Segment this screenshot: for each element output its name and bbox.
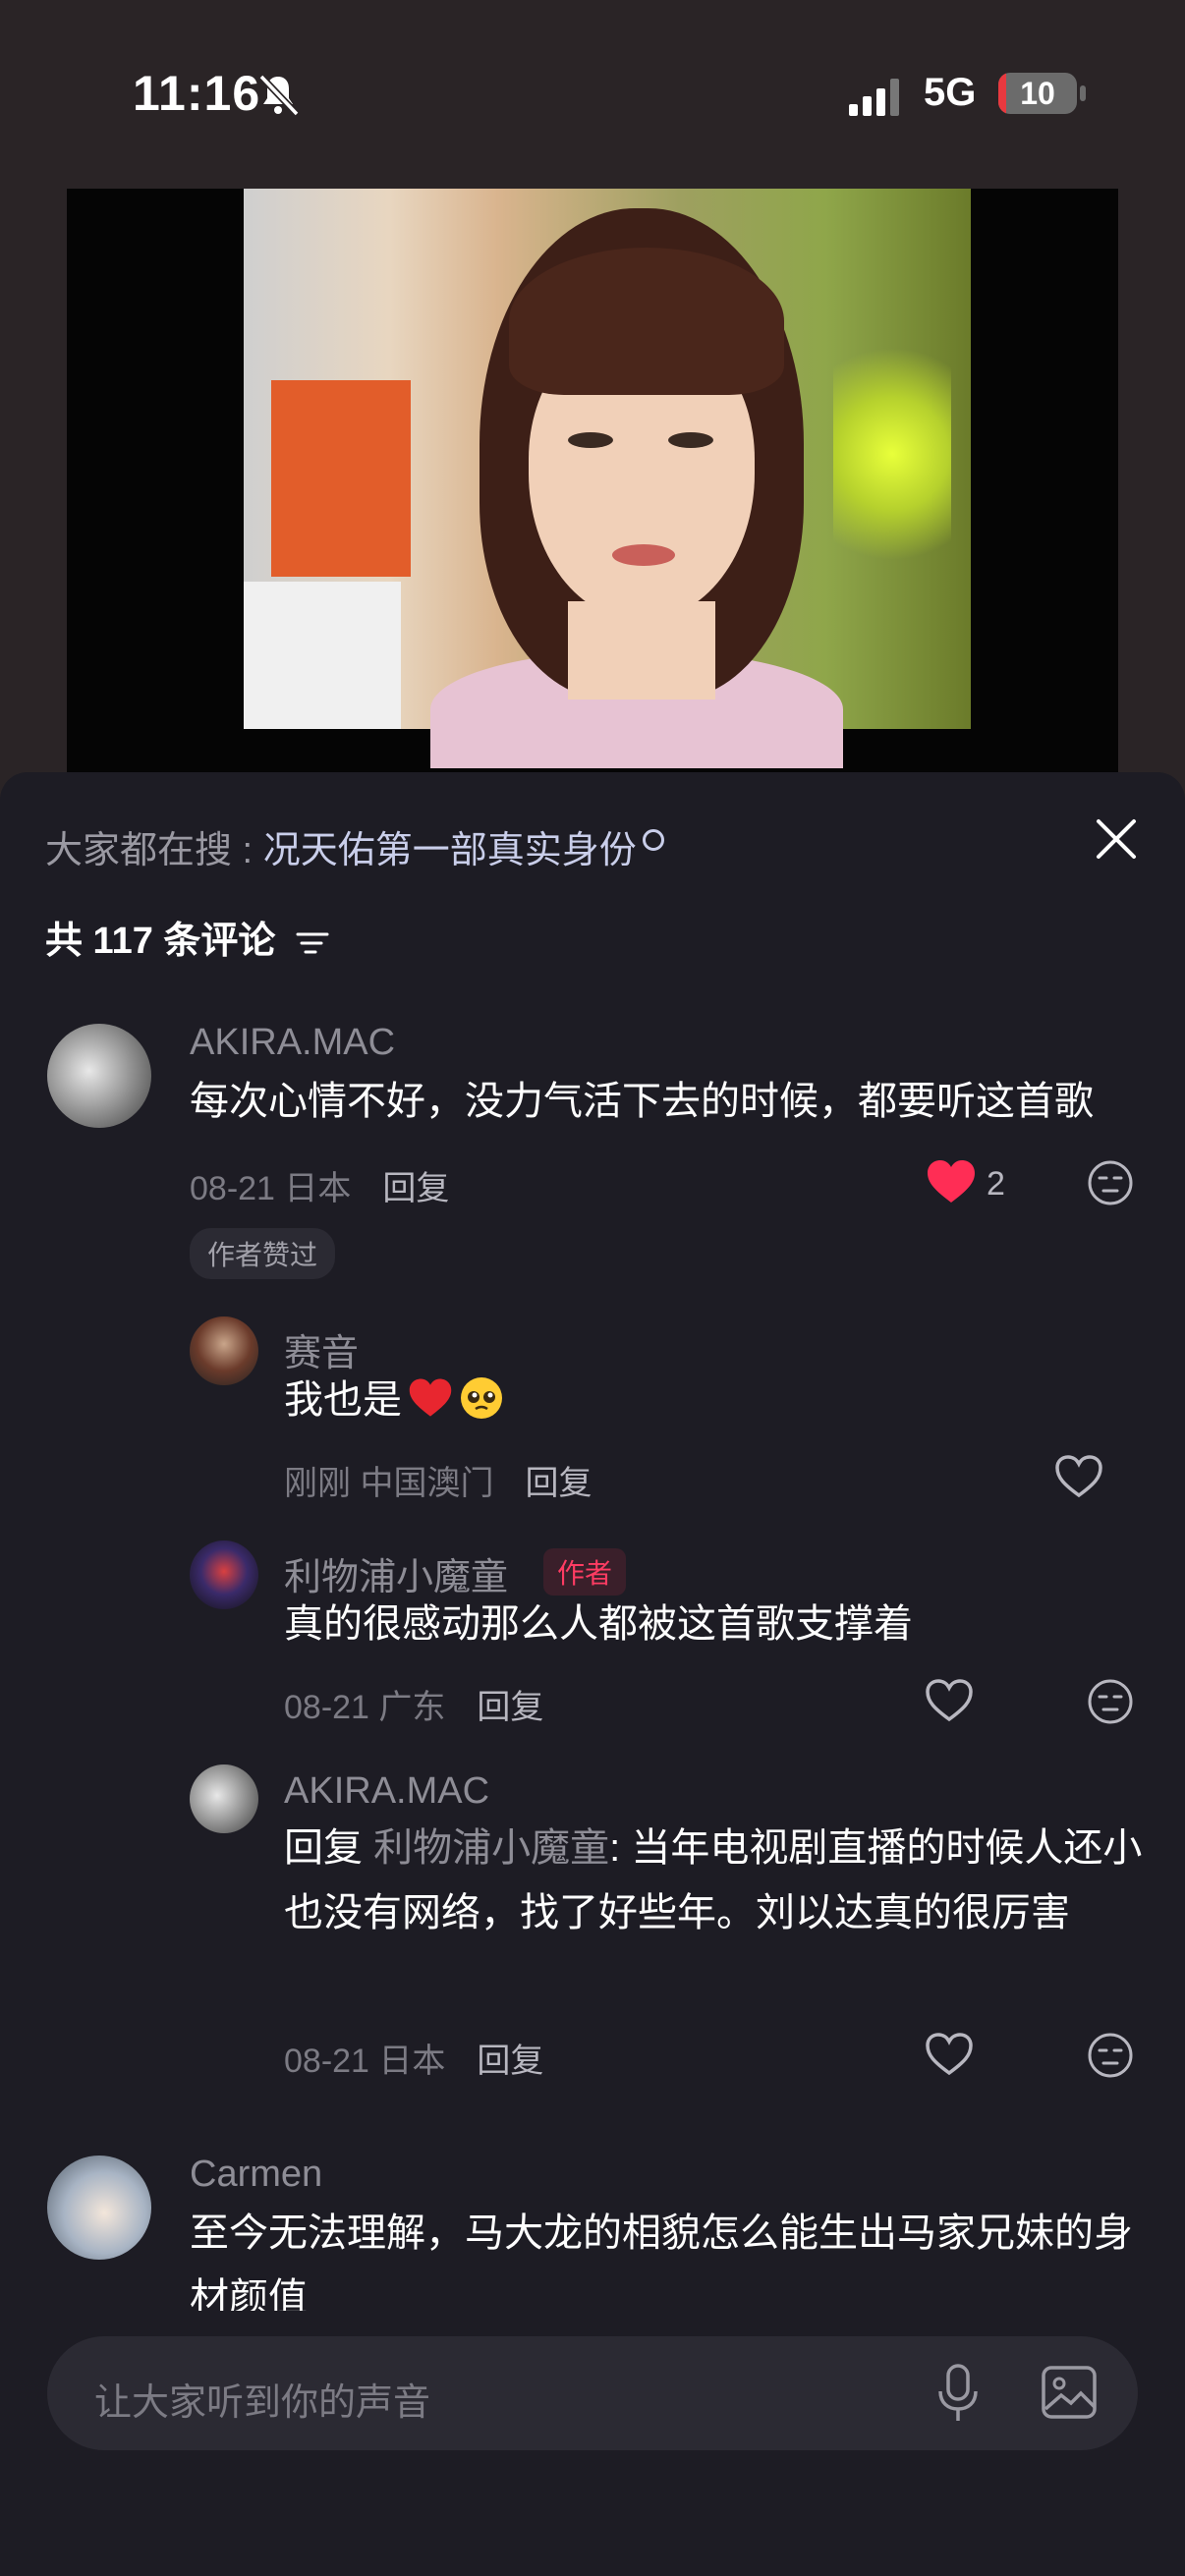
- comment-username[interactable]: Carmen: [190, 2154, 322, 2196]
- comments-sheet: 大家都在搜 : 况天佑第一部真实身份 共 117 条评论 AKIRA.MAC 每…: [0, 772, 1185, 2576]
- comment-date: 08-21 日本: [190, 1170, 352, 1207]
- reply-date: 08-21 日本: [284, 2043, 446, 2080]
- microphone-icon[interactable]: [936, 2364, 980, 2423]
- comment-username[interactable]: AKIRA.MAC: [190, 1022, 395, 1064]
- trending-search[interactable]: 大家都在搜 : 况天佑第一部真实身份: [45, 819, 664, 873]
- trending-prefix: 大家都在搜 :: [45, 830, 263, 871]
- heart-filled-icon[interactable]: [926, 1159, 977, 1204]
- comment-input[interactable]: 让大家听到你的声音: [47, 2336, 1138, 2450]
- comment-count: 共 117 条评论: [45, 910, 329, 964]
- battery-level: 10: [1020, 76, 1055, 111]
- sort-icon[interactable]: [296, 930, 329, 956]
- reply-username[interactable]: AKIRA.MAC: [284, 1770, 489, 1813]
- reply-text: 我也是: [284, 1368, 504, 1432]
- battery-icon: 10: [998, 73, 1077, 114]
- like-count: 2: [987, 1165, 1005, 1203]
- author-liked-badge: 作者赞过: [190, 1228, 336, 1279]
- reply-date: 08-21 广东: [284, 1689, 446, 1726]
- background-poster: [271, 380, 411, 577]
- figure-eye-right: [668, 432, 713, 448]
- comment-input-placeholder: 让大家听到你的声音: [94, 2382, 431, 2424]
- video-frame: [244, 189, 971, 768]
- avatar[interactable]: [190, 1764, 258, 1833]
- status-bar: 11:16 5G 10: [0, 0, 1185, 187]
- avatar[interactable]: [190, 1540, 258, 1609]
- dislike-face-icon[interactable]: [1087, 1159, 1134, 1206]
- image-icon[interactable]: [1040, 2364, 1099, 2421]
- bell-muted-icon: [258, 74, 300, 117]
- comment-text: 每次心情不好，没力气活下去的时候，都要听这首歌: [190, 1080, 1094, 1123]
- reply-text: 回复 利物浦小魔童: 当年电视剧直播的时候人还小也没有网络，找了好些年。刘以达真…: [284, 1816, 1149, 1945]
- reply-prefix: 回复: [284, 1826, 363, 1870]
- comment-count-label: 共 117 条评论: [45, 921, 276, 962]
- network-type: 5G: [924, 71, 977, 114]
- clock: 11:16: [133, 66, 261, 121]
- author-tag: 作者: [543, 1548, 627, 1596]
- red-heart-emoji-icon: [409, 1378, 452, 1417]
- video-player[interactable]: [67, 189, 1118, 788]
- close-icon[interactable]: [1095, 817, 1138, 861]
- avatar[interactable]: [47, 2156, 151, 2260]
- avatar[interactable]: [190, 1316, 258, 1385]
- reply-meta: 08-21 日本 回复: [284, 2034, 543, 2082]
- reply-to-user[interactable]: 利物浦小魔童: [373, 1826, 609, 1870]
- figure-lips: [612, 544, 675, 566]
- heart-outline-icon[interactable]: [924, 2032, 975, 2077]
- reply-button[interactable]: 回复: [382, 1170, 449, 1207]
- reply-meta: 刚刚 中国澳门 回复: [284, 1456, 592, 1504]
- pleading-face-emoji-icon: [461, 1377, 502, 1419]
- dislike-face-icon[interactable]: [1087, 1678, 1134, 1725]
- figure-bangs: [509, 248, 784, 395]
- dislike-face-icon[interactable]: [1087, 2032, 1134, 2079]
- avatar[interactable]: [47, 1024, 151, 1128]
- trending-query-link[interactable]: 况天佑第一部真实身份: [263, 830, 637, 871]
- search-icon: [642, 829, 664, 851]
- comment-meta: 08-21 日本 回复: [190, 1161, 449, 1209]
- background-wall: [244, 582, 401, 729]
- reply-button[interactable]: 回复: [525, 1465, 592, 1502]
- background-light: [833, 326, 951, 582]
- reply-date: 刚刚 中国澳门: [284, 1465, 494, 1502]
- heart-outline-icon[interactable]: [924, 1678, 975, 1723]
- reply-button[interactable]: 回复: [477, 2043, 543, 2080]
- signal-icon: [849, 79, 899, 116]
- reply-meta: 08-21 广东 回复: [284, 1680, 543, 1728]
- reply-text: 真的很感动那么人都被这首歌支撑着: [284, 1602, 913, 1646]
- heart-outline-icon[interactable]: [1053, 1454, 1104, 1499]
- battery-tip: [1080, 85, 1086, 101]
- figure-eye-left: [568, 432, 613, 448]
- reply-button[interactable]: 回复: [477, 1689, 543, 1726]
- reply-text-content: 我也是: [284, 1378, 402, 1422]
